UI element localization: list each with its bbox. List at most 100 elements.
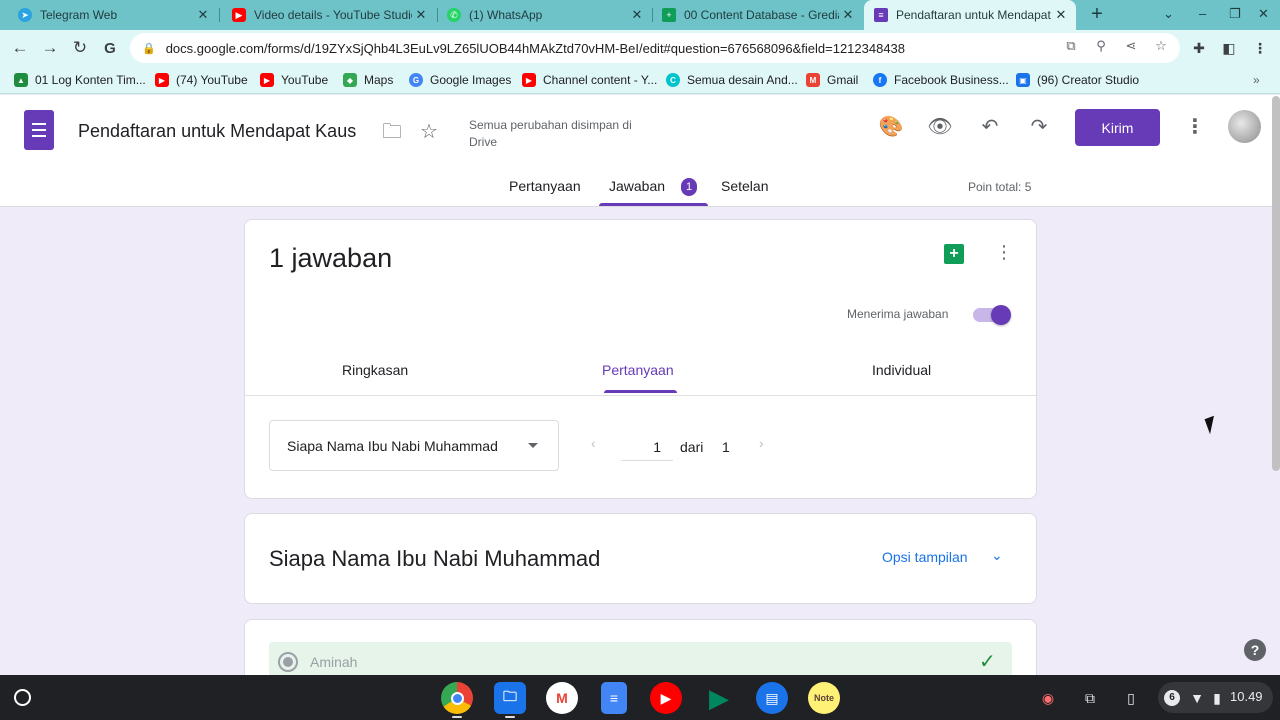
tab-telegram[interactable]: ➤ Telegram Web ✕ <box>0 0 218 30</box>
running-indicator <box>505 716 515 718</box>
tab-youtube-studio[interactable]: ▶ Video details - YouTube Studio ✕ <box>220 0 436 30</box>
phone-hub-icon[interactable]: ▯ <box>1120 687 1142 709</box>
folder-icon[interactable]: 🗀 <box>379 119 405 145</box>
palette-icon[interactable]: 🎨 <box>878 114 904 140</box>
close-icon[interactable]: ✕ <box>839 7 857 23</box>
gmail-icon[interactable]: M <box>546 682 578 714</box>
google-forms-logo[interactable] <box>24 110 54 150</box>
chevron-down-icon[interactable]: ⌄ <box>991 547 1003 564</box>
bookmark-star-icon[interactable]: ☆ <box>1152 37 1170 55</box>
subtab-question[interactable]: Pertanyaan <box>602 362 674 378</box>
minimize-icon[interactable]: – <box>1199 6 1206 21</box>
tab-whatsapp[interactable]: ✆ (1) WhatsApp ✕ <box>438 0 652 30</box>
chrome-icon[interactable] <box>441 682 473 714</box>
question-card: Siapa Nama Ibu Nabi Muhammad Opsi tampil… <box>244 513 1037 604</box>
bookmark-log-konten[interactable]: ▲ 01 Log Konten Tim... <box>14 71 146 89</box>
tab-questions[interactable]: Pertanyaan <box>509 178 581 194</box>
bookmark-canva[interactable]: C Semua desain And... <box>666 71 798 89</box>
responses-card: 1 jawaban + ⋮ Menerima jawaban Ringkasan… <box>244 219 1037 499</box>
bookmark-facebook-business[interactable]: f Facebook Business... <box>873 71 1009 89</box>
maps-icon: ◆ <box>343 73 357 87</box>
files-icon[interactable]: 🗀 <box>494 682 526 714</box>
messages-icon[interactable]: ▤ <box>756 682 788 714</box>
preview-eye-icon[interactable]: 👁 <box>927 114 953 140</box>
docs-icon[interactable]: ≡ <box>601 682 627 714</box>
dropdown-arrow-icon <box>528 443 538 448</box>
redo-icon[interactable]: ↷ <box>1026 114 1052 140</box>
undo-icon[interactable]: ↶ <box>977 114 1003 140</box>
bookmark-youtube-74[interactable]: ▶ (74) YouTube <box>155 71 248 89</box>
sheets-icon[interactable]: + <box>944 244 964 264</box>
tab-content-database[interactable]: + 00 Content Database - Gredia ✕ <box>653 0 863 30</box>
active-tab-indicator <box>599 203 708 206</box>
more-options-icon[interactable]: ⋮ <box>1182 114 1208 140</box>
close-window-icon[interactable]: ✕ <box>1258 6 1269 22</box>
youtube-icon: ▶ <box>232 8 246 22</box>
bookmark-google-images[interactable]: G Google Images <box>409 71 511 89</box>
tab-google-form[interactable]: ≡ Pendaftaran untuk Mendapat ✕ <box>864 0 1076 30</box>
play-store-icon[interactable]: ▶ <box>703 682 735 714</box>
accepting-responses-label: Menerima jawaban <box>847 307 949 321</box>
zoom-icon[interactable]: ⚲ <box>1092 37 1110 55</box>
subtab-summary[interactable]: Ringkasan <box>342 362 408 378</box>
mouse-cursor-icon <box>1204 415 1220 435</box>
response-count-badge: 1 <box>681 178 697 196</box>
avatar[interactable] <box>1228 110 1261 143</box>
youtube-icon[interactable]: ▶ <box>650 682 682 714</box>
notification-count: 6 <box>1164 690 1180 706</box>
address-bar[interactable]: 🔒 docs.google.com/forms/d/19ZYxSjQhb4L3E… <box>130 33 1180 63</box>
more-bookmarks-icon[interactable]: » <box>1253 71 1260 89</box>
tab-settings[interactable]: Setelan <box>721 178 768 194</box>
subtab-individual[interactable]: Individual <box>872 362 931 378</box>
google-icon[interactable]: G <box>98 36 122 60</box>
question-select[interactable]: Siapa Nama Ibu Nabi Muhammad <box>269 420 559 471</box>
help-icon[interactable]: ? <box>1244 639 1266 661</box>
reload-icon[interactable]: ↻ <box>68 36 92 60</box>
previous-page-icon[interactable]: ‹ <box>591 435 596 451</box>
notes-icon[interactable]: Note <box>808 682 840 714</box>
launcher-icon[interactable] <box>14 689 31 706</box>
screen-record-icon[interactable]: ◉ <box>1037 687 1059 709</box>
url-text: docs.google.com/forms/d/19ZYxSjQhb4L3EuL… <box>165 40 906 56</box>
new-tab-button[interactable]: + <box>1086 4 1108 26</box>
telegram-icon: ➤ <box>18 8 32 22</box>
form-title[interactable]: Pendaftaran untuk Mendapat Kaus <box>78 121 356 142</box>
view-options-button[interactable]: Opsi tampilan <box>882 549 968 565</box>
canva-icon: C <box>666 73 680 87</box>
close-icon[interactable]: ✕ <box>412 7 430 23</box>
accepting-responses-toggle[interactable] <box>973 305 1011 325</box>
browser-tab-strip: ➤ Telegram Web ✕ ▶ Video details - YouTu… <box>0 0 1280 30</box>
page-scrollbar[interactable] <box>1272 96 1280 471</box>
forward-icon[interactable]: → <box>38 36 62 60</box>
bookmark-maps[interactable]: ◆ Maps <box>343 71 393 89</box>
browser-toolbar: ← → ↻ G 🔒 docs.google.com/forms/d/19ZYxS… <box>0 30 1280 66</box>
response-count-title: 1 jawaban <box>269 243 393 273</box>
close-icon[interactable]: ✕ <box>1052 7 1070 23</box>
active-subtab-indicator <box>604 390 677 393</box>
bookmark-gmail[interactable]: M Gmail <box>806 71 858 89</box>
star-icon[interactable]: ☆ <box>416 119 442 145</box>
side-panel-icon[interactable]: ◧ <box>1219 38 1239 58</box>
send-button[interactable]: Kirim <box>1075 109 1160 146</box>
holding-space-icon[interactable]: ⧉ <box>1079 687 1101 709</box>
tab-responses[interactable]: Jawaban <box>609 178 665 194</box>
question-title: Siapa Nama Ibu Nabi Muhammad <box>269 546 601 571</box>
bookmark-youtube[interactable]: ▶ YouTube <box>260 71 328 89</box>
tab-search-icon[interactable]: ⌄ <box>1163 6 1174 22</box>
close-icon[interactable]: ✕ <box>628 7 646 23</box>
system-shelf: 🗀 M ≡ ▶ ▶ ▤ Note ◉ ⧉ ▯ 6 ▼ ▮ 10.49 <box>0 675 1280 720</box>
more-options-icon[interactable]: ⋮ <box>994 242 1014 263</box>
share-icon[interactable]: ⋖ <box>1122 37 1140 55</box>
next-page-icon[interactable]: › <box>759 435 764 451</box>
bookmark-channel-content[interactable]: ▶ Channel content - Y... <box>522 71 657 89</box>
page-number-input[interactable]: 1 <box>621 435 673 461</box>
browser-menu-icon[interactable]: ⋮ <box>1250 38 1270 58</box>
extensions-icon[interactable]: ✚ <box>1189 38 1209 58</box>
back-icon[interactable]: ← <box>8 36 32 60</box>
bookmark-creator-studio[interactable]: ▣ (96) Creator Studio <box>1016 71 1139 89</box>
open-in-app-icon[interactable]: ⧉ <box>1062 37 1080 55</box>
close-icon[interactable]: ✕ <box>194 7 212 23</box>
clock: 10.49 <box>1230 689 1263 704</box>
restore-icon[interactable]: ❐ <box>1229 6 1241 22</box>
page-of-label: dari <box>680 439 704 455</box>
